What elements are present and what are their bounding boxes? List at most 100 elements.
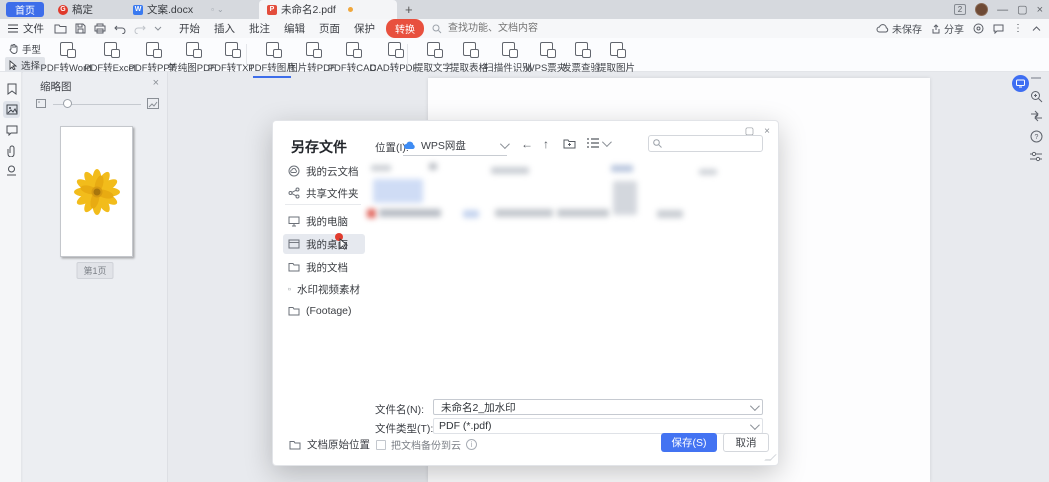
unsaved-status[interactable]: 未保存 [876,21,922,36]
pdf-to-word-icon [60,42,73,56]
member-badge-icon[interactable] [973,23,984,34]
filename-label: 文件名(N): [375,402,424,417]
wps-cloud-icon [403,141,416,150]
sidebar-item-footage[interactable]: (Footage) [283,301,365,321]
cad-to-pdf-icon [388,42,401,56]
more-menu-icon[interactable]: ⋮ [1013,23,1023,34]
new-tab-button[interactable]: + [405,2,413,17]
cancel-button-label: 取消 [736,435,757,450]
comment-panel-icon[interactable] [3,122,20,139]
attachment-panel-icon[interactable] [3,142,20,159]
menu-item-convert-active[interactable]: 转换 [386,19,424,38]
zoom-tools-icon[interactable] [1028,88,1044,104]
zoom-in-thumb-icon[interactable] [147,98,159,109]
toolbar-button-extract-picture[interactable]: 提取图片 [593,42,639,74]
thumb-zoom-slider-knob[interactable] [63,99,72,108]
select-tool-button[interactable]: 选择 [5,57,45,73]
user-avatar[interactable] [975,3,988,16]
undo-icon[interactable] [114,24,126,34]
function-search[interactable] [432,22,541,35]
feedback-icon[interactable] [993,24,1004,34]
sidebar-divider [285,204,361,205]
unsaved-label: 未保存 [892,21,922,36]
function-search-input[interactable] [446,22,541,35]
zoom-out-thumb-icon[interactable] [36,99,46,108]
info-icon[interactable]: i [466,439,477,450]
backup-to-cloud-option[interactable]: 把文档备份到云 i [376,437,477,452]
up-button[interactable]: ↑ [543,137,549,151]
tab-docx[interactable]: W 文案.docx ▫⌄ [125,0,253,19]
help-icon[interactable]: ? [1028,128,1044,144]
hand-tool-button[interactable]: 手型 [5,41,45,57]
page-navigation-icon[interactable] [1028,108,1044,124]
bookmark-panel-icon[interactable] [3,80,20,97]
pdf-to-cad-icon [346,42,359,56]
save-button[interactable]: 保存(S) [661,433,717,452]
toolbar-button-pdf-to-excel[interactable]: PDF转Excel [87,42,133,74]
dialog-search-input[interactable] [665,137,755,150]
shared-folder-icon [288,187,300,199]
filename-combo[interactable] [433,399,763,415]
left-sidebar-strip [0,72,22,482]
menu-item-page[interactable]: 页面 [312,21,347,36]
dialog-close-icon[interactable]: × [764,126,770,137]
back-button[interactable]: ← [521,137,533,151]
cancel-button[interactable]: 取消 [723,433,769,452]
menu-item-start[interactable]: 开始 [172,21,207,36]
tab-gaoding[interactable]: G 稿定 [50,0,101,19]
pdf-to-txt-icon [225,42,238,56]
toolbar-button-pdf-to-txt[interactable]: PDF转TXT [208,42,254,74]
menu-item-protect[interactable]: 保护 [347,21,382,36]
backup-label: 把文档备份到云 [391,437,461,452]
close-panel-icon[interactable]: × [153,77,159,89]
location-dropdown[interactable]: WPS网盘 [403,136,507,156]
folder-icon [288,306,300,316]
mouse-cursor-icon [339,238,349,250]
sidebar-item-watermark-assets[interactable]: 水印视频素材 [283,279,365,299]
tab-pin-icon[interactable]: ▫ [211,5,214,14]
folder-icon [288,262,300,272]
menu-item-insert[interactable]: 插入 [207,21,242,36]
window-count-badge[interactable]: 2 [954,4,966,15]
tab-pdf-active[interactable]: P 未命名2.pdf [259,0,397,19]
view-mode-dropdown[interactable] [587,138,609,148]
new-folder-button[interactable] [563,138,576,149]
minimize-button[interactable]: — [997,4,1008,16]
redo-icon[interactable] [134,24,146,34]
backup-checkbox[interactable] [376,440,386,450]
tab-home[interactable]: 首页 [6,2,44,17]
sidebar-item-my-documents[interactable]: 我的文档 [283,257,365,277]
filename-input[interactable] [439,400,750,414]
menu-item-comment[interactable]: 批注 [242,21,277,36]
original-location-button[interactable]: 文档原始位置 [289,437,370,452]
toolbar-button-pdf-to-word[interactable]: PDF转Word [43,42,89,74]
save-icon[interactable] [75,23,86,34]
sidebar-item-shared-folder[interactable]: 共享文件夹 [283,183,365,203]
toolbar-button-pdf-to-cad[interactable]: PDF转CAD [329,42,375,74]
dialog-resize-handle[interactable] [764,454,777,460]
open-folder-icon[interactable] [54,23,67,34]
sidebar-item-label: 水印视频素材 [297,282,360,297]
tab-menu-chevron-icon[interactable]: ⌄ [217,5,224,14]
sidebar-item-my-computer[interactable]: 我的电脑 [283,211,365,231]
computer-icon [288,216,300,227]
sidebar-item-my-desktop-selected[interactable]: 我的桌面 [283,234,365,254]
file-menu[interactable]: 文件 [8,21,44,36]
maximize-button[interactable]: ▢ [1017,3,1027,16]
seal-panel-icon[interactable] [3,162,20,179]
close-button[interactable]: × [1037,4,1043,16]
sidebar-item-cloud-docs[interactable]: 我的云文档 [283,161,365,181]
print-icon[interactable] [94,23,106,34]
wps-assistant-button[interactable] [1012,75,1029,92]
collapse-ribbon-icon[interactable] [1032,26,1041,31]
view-settings-icon[interactable] [1028,148,1044,164]
page-1-thumbnail[interactable] [60,126,133,257]
dialog-search-box[interactable] [648,135,763,152]
thumbnail-panel-icon[interactable] [3,101,20,118]
toolbar-more-chevron-icon[interactable] [154,26,162,31]
share-button[interactable]: 分享 [931,21,964,36]
menu-item-edit[interactable]: 编辑 [277,21,312,36]
filetype-dropdown[interactable]: PDF (*.pdf) [433,418,763,434]
sidebar-item-label: (Footage) [306,305,352,317]
select-cursor-icon [9,60,17,70]
